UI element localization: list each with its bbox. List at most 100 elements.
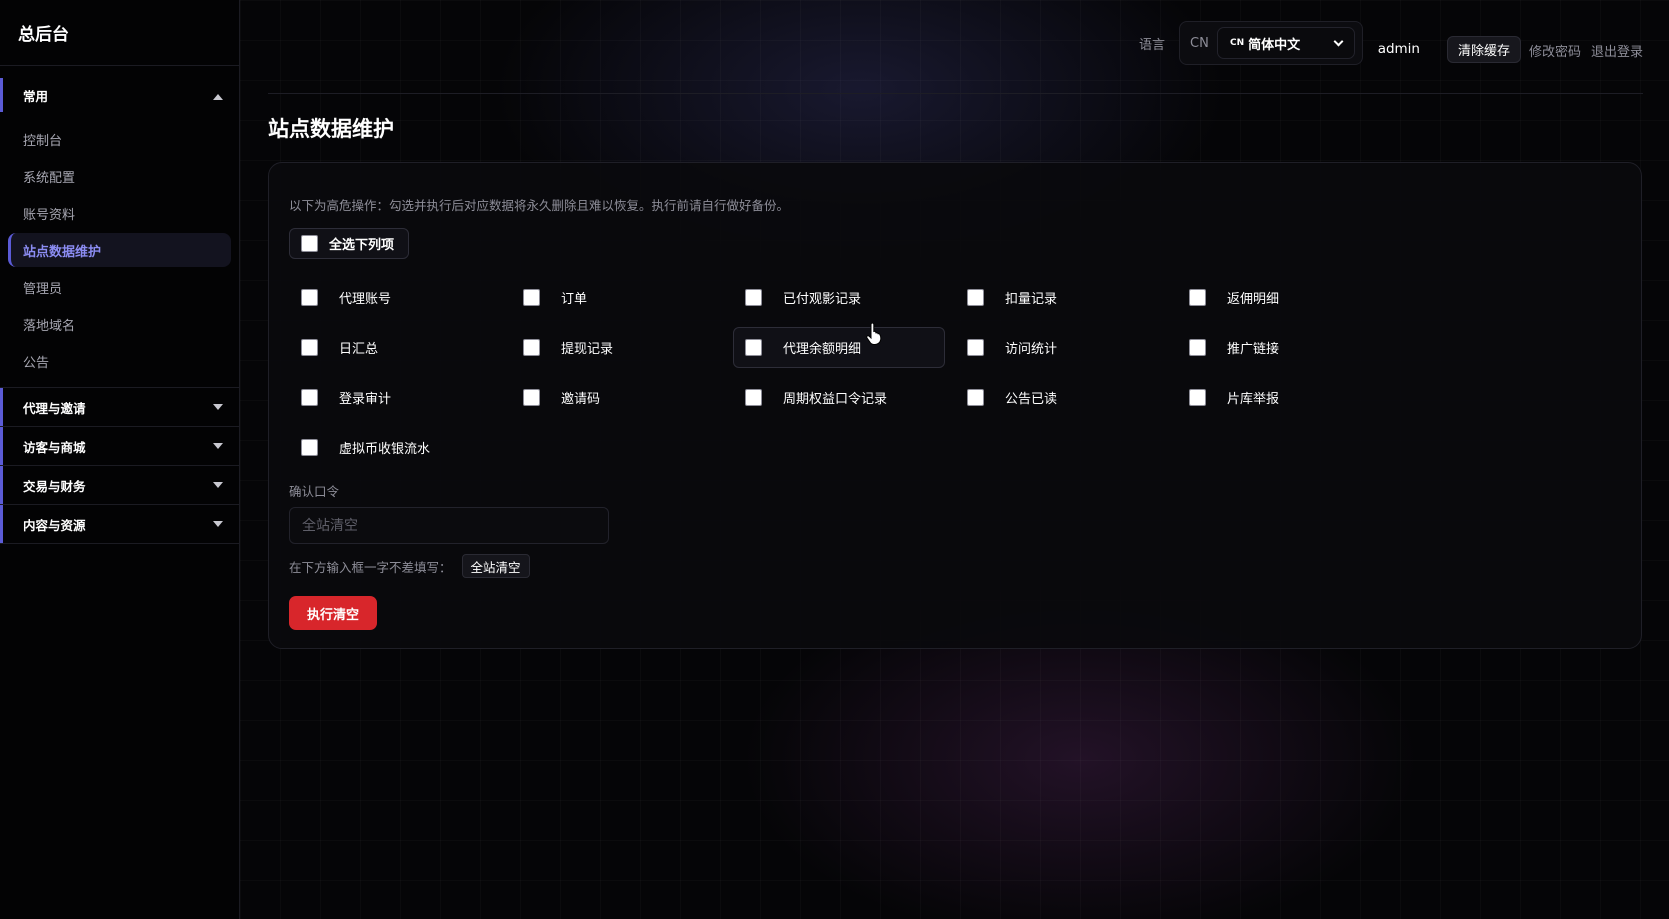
option-crypto-cashier[interactable]: 虚拟币收银流水 <box>289 427 501 468</box>
confirm-phrase-input[interactable] <box>289 507 609 544</box>
option-deduction-records[interactable]: 扣量记录 <box>955 277 1167 318</box>
checkbox-box[interactable] <box>301 389 318 406</box>
option-visit-stats[interactable]: 访问统计 <box>955 327 1167 368</box>
option-label: 代理账号 <box>339 292 392 307</box>
language-switcher: CN CN 简体中文 <box>1179 21 1363 65</box>
nav-group-finance: 交易与财务 <box>0 466 239 505</box>
option-agent-balance[interactable]: 代理余额明细 <box>733 327 945 368</box>
checkbox-box[interactable] <box>1189 389 1206 406</box>
sidebar-item-site-data-maintenance[interactable]: 站点数据维护 <box>8 233 231 267</box>
option-announcement-reads[interactable]: 公告已读 <box>955 377 1167 418</box>
option-login-audit[interactable]: 登录审计 <box>289 377 501 418</box>
option-label: 邀请码 <box>561 392 601 407</box>
nav-group-common: 常用 控制台 系统配置 账号资料 站点数据维护 管理员 落地域名 公告 <box>0 78 239 388</box>
option-label: 周期权益口令记录 <box>783 392 888 407</box>
nav-group-visitors: 访客与商城 <box>0 427 239 466</box>
checkbox-box[interactable] <box>967 339 984 356</box>
option-label: 推广链接 <box>1227 342 1280 357</box>
option-paid-views[interactable]: 已付观影记录 <box>733 277 945 318</box>
checkbox-box[interactable] <box>523 339 540 356</box>
option-orders[interactable]: 订单 <box>511 277 723 318</box>
checkbox-box[interactable] <box>301 289 318 306</box>
sidebar-item-system-config[interactable]: 系统配置 <box>8 159 231 193</box>
option-label: 虚拟币收银流水 <box>339 442 431 457</box>
checkbox-box[interactable] <box>967 389 984 406</box>
sidebar-item-label: 管理员 <box>23 281 63 297</box>
chevron-down-icon <box>213 482 223 488</box>
sidebar-item-label: 落地域名 <box>23 318 76 334</box>
sidebar-item-landing-domains[interactable]: 落地域名 <box>8 307 231 341</box>
checkbox-box[interactable] <box>745 339 762 356</box>
nav-group-header-common[interactable]: 常用 <box>0 78 239 112</box>
clear-cache-button[interactable]: 清除缓存 <box>1446 36 1521 63</box>
confirm-hint: 在下方输入框一字不差填写： 全站清空 <box>289 554 530 578</box>
option-label: 扣量记录 <box>1005 292 1058 307</box>
nav-group-header-content[interactable]: 内容与资源 <box>0 505 239 543</box>
option-rebate-details[interactable]: 返佣明细 <box>1177 277 1389 318</box>
checkbox-box[interactable] <box>967 289 984 306</box>
logout-link[interactable]: 退出登录 <box>1591 41 1643 60</box>
option-label: 提现记录 <box>561 342 614 357</box>
brand-title: 总后台 <box>0 0 239 66</box>
nav-group-header-finance[interactable]: 交易与财务 <box>0 466 239 504</box>
option-library-reports[interactable]: 片库举报 <box>1177 377 1389 418</box>
option-agent-accounts[interactable]: 代理账号 <box>289 277 501 318</box>
checkbox-box[interactable] <box>301 235 318 252</box>
checkbox-box[interactable] <box>301 339 318 356</box>
option-label: 返佣明细 <box>1227 292 1280 307</box>
sidebar-item-label: 站点数据维护 <box>23 244 102 260</box>
nav-group-label: 访客与商城 <box>23 439 86 455</box>
option-label: 订单 <box>561 292 588 307</box>
option-daily-summary[interactable]: 日汇总 <box>289 327 501 368</box>
chevron-up-icon <box>213 94 223 100</box>
language-select[interactable]: CN 简体中文 <box>1217 27 1355 59</box>
option-periodic-code-records[interactable]: 周期权益口令记录 <box>733 377 945 418</box>
select-all-label: 全选下列项 <box>329 238 395 253</box>
nav-group-label: 常用 <box>23 88 49 104</box>
nav-group-label: 内容与资源 <box>23 517 86 533</box>
checkbox-box[interactable] <box>745 289 762 306</box>
sidebar-item-label: 系统配置 <box>23 170 76 186</box>
language-prefix: CN <box>1190 36 1209 51</box>
page-title: 站点数据维护 <box>268 117 394 141</box>
language-code: CN <box>1230 38 1245 48</box>
sidebar-item-admins[interactable]: 管理员 <box>8 270 231 304</box>
nav-group-label: 交易与财务 <box>23 478 86 494</box>
sidebar-item-label: 控制台 <box>23 133 63 149</box>
chevron-down-icon <box>1333 36 1344 47</box>
option-label: 日汇总 <box>339 342 379 357</box>
nav-group-header-agents[interactable]: 代理与邀请 <box>0 388 239 426</box>
hint-text: 在下方输入框一字不差填写： <box>289 559 452 575</box>
option-withdrawals[interactable]: 提现记录 <box>511 327 723 368</box>
checkbox-box[interactable] <box>1189 289 1206 306</box>
sidebar-item-dashboard[interactable]: 控制台 <box>8 122 231 156</box>
sidebar-item-announcements[interactable]: 公告 <box>8 344 231 378</box>
nav-group-header-visitors[interactable]: 访客与商城 <box>0 427 239 465</box>
top-bar: 语言 CN CN 简体中文 admin 清除缓存 修改密码 退出登录 <box>268 20 1643 94</box>
checkbox-box[interactable] <box>301 439 318 456</box>
change-password-link[interactable]: 修改密码 <box>1529 41 1581 60</box>
sidebar-item-account-profile[interactable]: 账号资料 <box>8 196 231 230</box>
option-invite-codes[interactable]: 邀请码 <box>511 377 723 418</box>
danger-warning: 以下为高危操作：勾选并执行后对应数据将永久删除且难以恢复。执行前请自行做好备份。 <box>289 198 790 213</box>
chevron-down-icon <box>213 404 223 410</box>
username: admin <box>1377 41 1420 57</box>
option-promo-links[interactable]: 推广链接 <box>1177 327 1389 368</box>
sidebar-item-label: 公告 <box>23 355 50 371</box>
sidebar-item-label: 账号资料 <box>23 207 76 223</box>
checkbox-box[interactable] <box>523 289 540 306</box>
option-label: 代理余额明细 <box>783 342 862 357</box>
option-label: 登录审计 <box>339 392 392 407</box>
nav-group-content: 内容与资源 <box>0 505 239 544</box>
chevron-down-icon <box>213 443 223 449</box>
maintenance-card: 以下为高危操作：勾选并执行后对应数据将永久删除且难以恢复。执行前请自行做好备份。… <box>268 162 1642 649</box>
select-all-checkbox[interactable]: 全选下列项 <box>289 228 409 259</box>
sidebar: 总后台 常用 控制台 系统配置 账号资料 站点数据维护 管理员 落地域名 公告 … <box>0 0 240 919</box>
checkbox-box[interactable] <box>745 389 762 406</box>
execute-clear-button[interactable]: 执行清空 <box>289 596 377 630</box>
language-label: 语言 <box>1138 38 1165 53</box>
hand-cursor-icon <box>866 323 882 345</box>
checkbox-box[interactable] <box>1189 339 1206 356</box>
option-label: 片库举报 <box>1227 392 1280 407</box>
checkbox-box[interactable] <box>523 389 540 406</box>
